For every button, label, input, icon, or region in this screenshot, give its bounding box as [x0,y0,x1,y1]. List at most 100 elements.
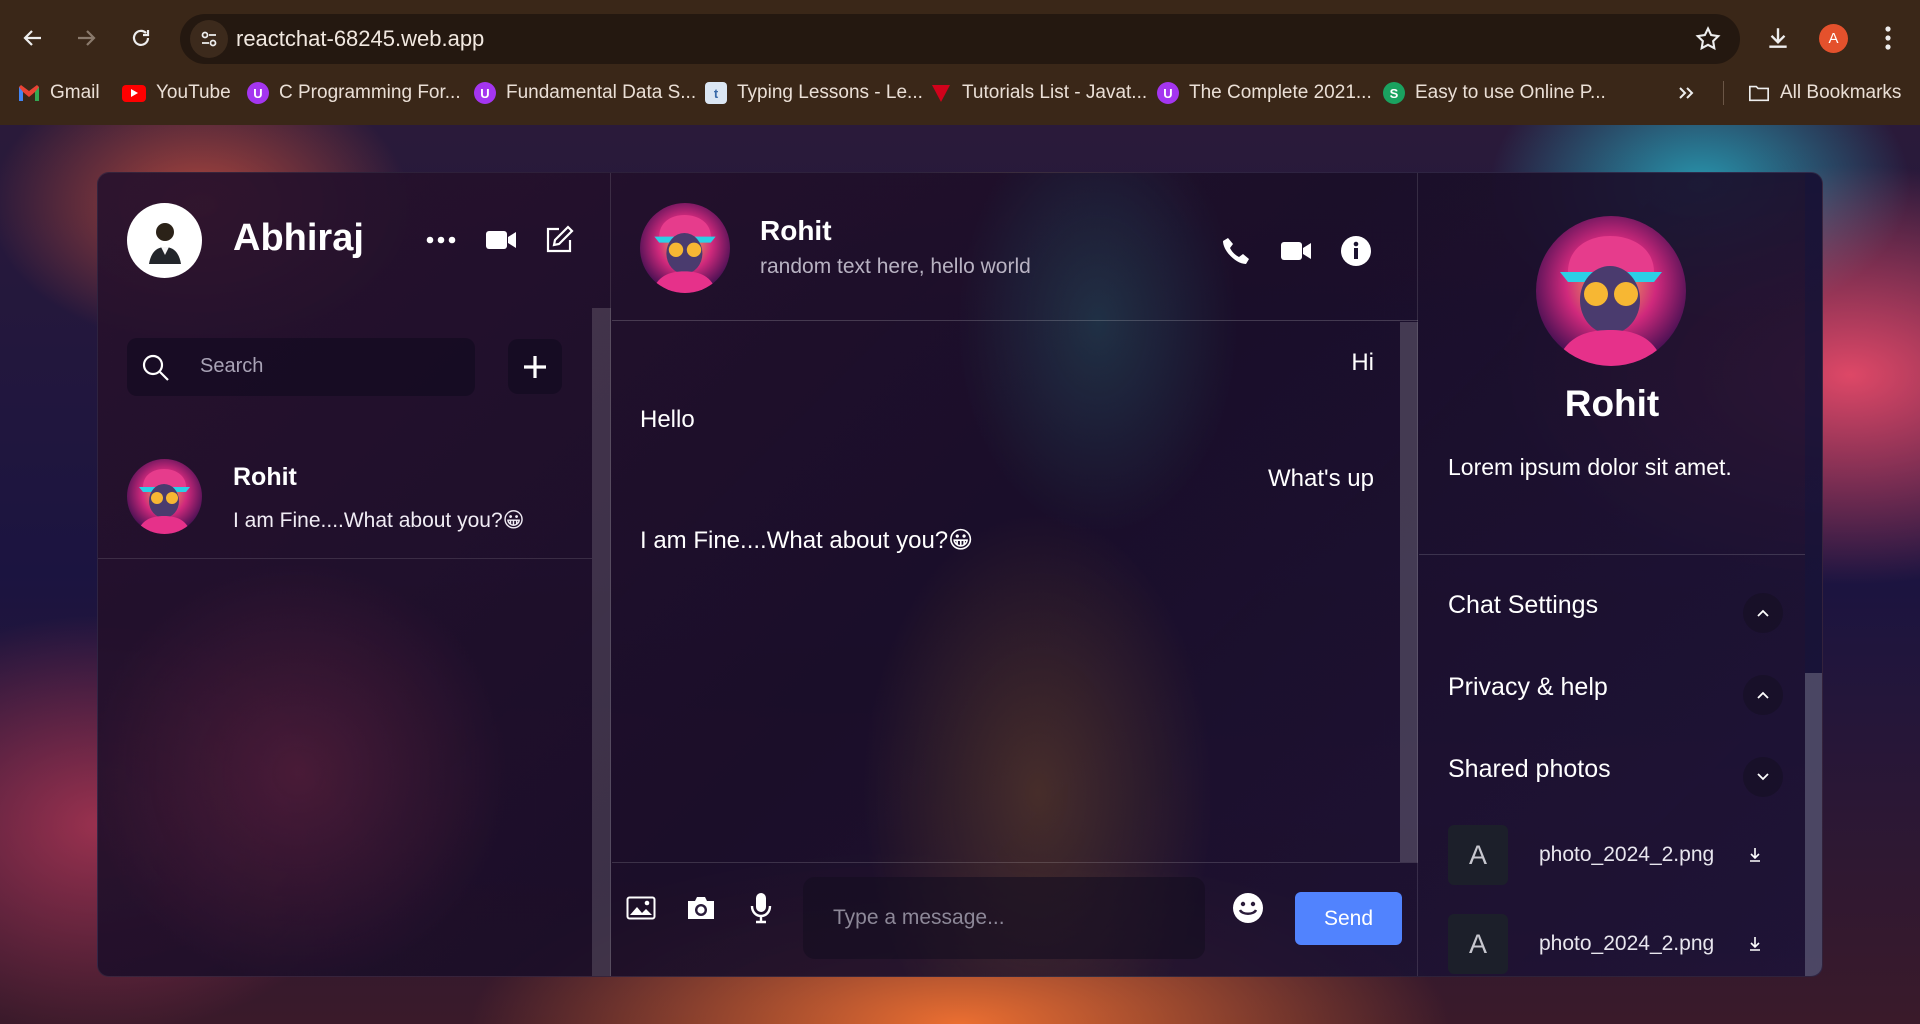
more-options-button[interactable] [424,223,458,257]
last-message: I am Fine....What about you?😀 [233,509,525,532]
voice-record-button[interactable] [744,891,778,925]
voice-call-button[interactable] [1218,233,1254,269]
emoji-button[interactable] [1231,891,1265,925]
details-scrollbar[interactable] [1805,173,1822,976]
search-icon [141,353,171,388]
microphone-icon [750,893,772,924]
send-button[interactable]: Send [1295,892,1402,945]
chevron-up-icon [1757,691,1769,699]
bookmark-item[interactable]: U Fundamental Data S... [474,80,696,106]
download-icon [1750,848,1760,862]
contact-avatar[interactable] [640,203,730,293]
bookmark-label: Typing Lessons - Le... [737,82,923,103]
add-user-button[interactable] [508,339,562,394]
browser-chrome: reactchat-68245.web.app A Gmail YouTube … [0,0,1920,125]
camera-icon [688,897,714,919]
s-icon: S [1383,82,1405,104]
address-bar[interactable]: reactchat-68245.web.app [180,14,1740,64]
user-avatar[interactable] [127,203,202,278]
privacy-help-toggle[interactable] [1743,675,1783,715]
bookmark-item[interactable]: t Typing Lessons - Le... [705,80,923,106]
browser-menu-button[interactable] [1868,18,1908,58]
image-icon [626,896,656,920]
udemy-icon: U [474,82,496,104]
chat-list-item[interactable]: Rohit I am Fine....What about you?😀 [98,443,592,559]
download-photo-button[interactable] [1744,844,1766,866]
forward-button[interactable] [66,18,106,58]
profile-avatar[interactable]: A [1819,24,1848,53]
reload-button[interactable] [121,18,161,58]
all-bookmarks-button[interactable]: All Bookmarks [1748,80,1901,106]
chevron-down-icon [1757,773,1769,781]
contact-name: Rohit [760,215,832,246]
bookmark-label: Easy to use Online P... [1415,82,1606,103]
tune-icon [201,31,217,47]
youtube-icon [122,84,146,102]
bookmark-item[interactable]: U C Programming For... [247,80,461,106]
bookmark-item[interactable]: U The Complete 2021... [1157,80,1372,106]
video-call-button[interactable] [1278,233,1314,269]
contact-name: Rohit [233,463,297,491]
chat-list-scrollbar[interactable] [592,308,611,976]
bookmark-item[interactable]: YouTube [122,80,231,106]
message-input[interactable]: Type a message... [803,877,1205,959]
photo-filename: photo_2024_2.png [1539,843,1715,866]
emoji-icon [1233,893,1263,923]
download-photo-button[interactable] [1744,933,1766,955]
javatpoint-icon [930,82,952,104]
bookmark-item[interactable]: S Easy to use Online P... [1383,80,1606,106]
shared-photo-item[interactable]: A photo_2024_2.png [1448,914,1768,974]
camera-button[interactable] [684,891,718,925]
chat-settings-label[interactable]: Chat Settings [1448,591,1598,620]
video-call-button[interactable] [484,223,518,257]
contact-avatar [127,459,202,534]
user-photo-icon [148,222,181,264]
search-box[interactable]: Search [127,338,475,396]
more-bookmarks-button[interactable] [1677,80,1695,106]
contact-status: random text here, hello world [760,255,1031,278]
contact-bio: Lorem ipsum dolor sit amet. [1448,454,1732,480]
url-text[interactable]: reactchat-68245.web.app [236,26,484,52]
arrow-left-icon [23,30,41,46]
conversation-panel: Rohit random text here, hello world Hi H… [612,173,1418,976]
conversation-header: Rohit random text here, hello world [612,173,1418,321]
bookmarks-divider [1723,81,1724,105]
bookmark-item[interactable]: Gmail [18,80,100,106]
message-own: Hi [1351,349,1374,376]
message-list: Hi Hello What's up I am Fine....What abo… [612,322,1400,860]
message-own: What's up [1268,465,1374,492]
download-icon [1750,937,1760,951]
edit-icon [546,225,574,253]
new-message-button[interactable] [542,223,576,257]
search-input[interactable]: Search [200,355,263,378]
shared-photo-item[interactable]: A photo_2024_2.png [1448,825,1768,885]
chat-settings-toggle[interactable] [1743,593,1783,633]
bookmark-star-button[interactable] [1694,25,1722,58]
chevron-up-icon [1757,609,1769,617]
chevron-double-right-icon [1679,87,1694,99]
udemy-icon: U [247,82,269,104]
privacy-help-label[interactable]: Privacy & help [1448,673,1608,702]
chat-list-panel: Abhiraj Search Rohit I am Fine....What a… [98,173,611,976]
downloads-button[interactable] [1758,18,1798,58]
message-received: I am Fine....What about you?😀 [640,527,974,554]
message-received: Hello [640,406,695,433]
details-panel: Rohit Lorem ipsum dolor sit amet. Chat S… [1419,173,1822,976]
attach-image-button[interactable] [624,891,658,925]
chat-app-container: Abhiraj Search Rohit I am Fine....What a… [97,172,1823,977]
info-button[interactable] [1338,233,1374,269]
photo-thumbnail: A [1448,914,1508,974]
details-scrollbar-thumb[interactable] [1805,673,1822,976]
more-horizontal-icon [426,236,456,244]
bookmark-item[interactable]: Tutorials List - Javat... [930,80,1147,106]
all-bookmarks-label: All Bookmarks [1780,82,1902,103]
message-scrollbar[interactable] [1400,322,1418,862]
back-button[interactable] [13,18,53,58]
bookmark-label: Fundamental Data S... [506,82,697,103]
shared-photos-toggle[interactable] [1743,757,1783,797]
shared-photos-label[interactable]: Shared photos [1448,755,1611,784]
info-icon [1341,236,1371,266]
download-icon [1769,28,1787,48]
site-info-button[interactable] [190,20,228,58]
bookmark-label: YouTube [156,82,231,103]
